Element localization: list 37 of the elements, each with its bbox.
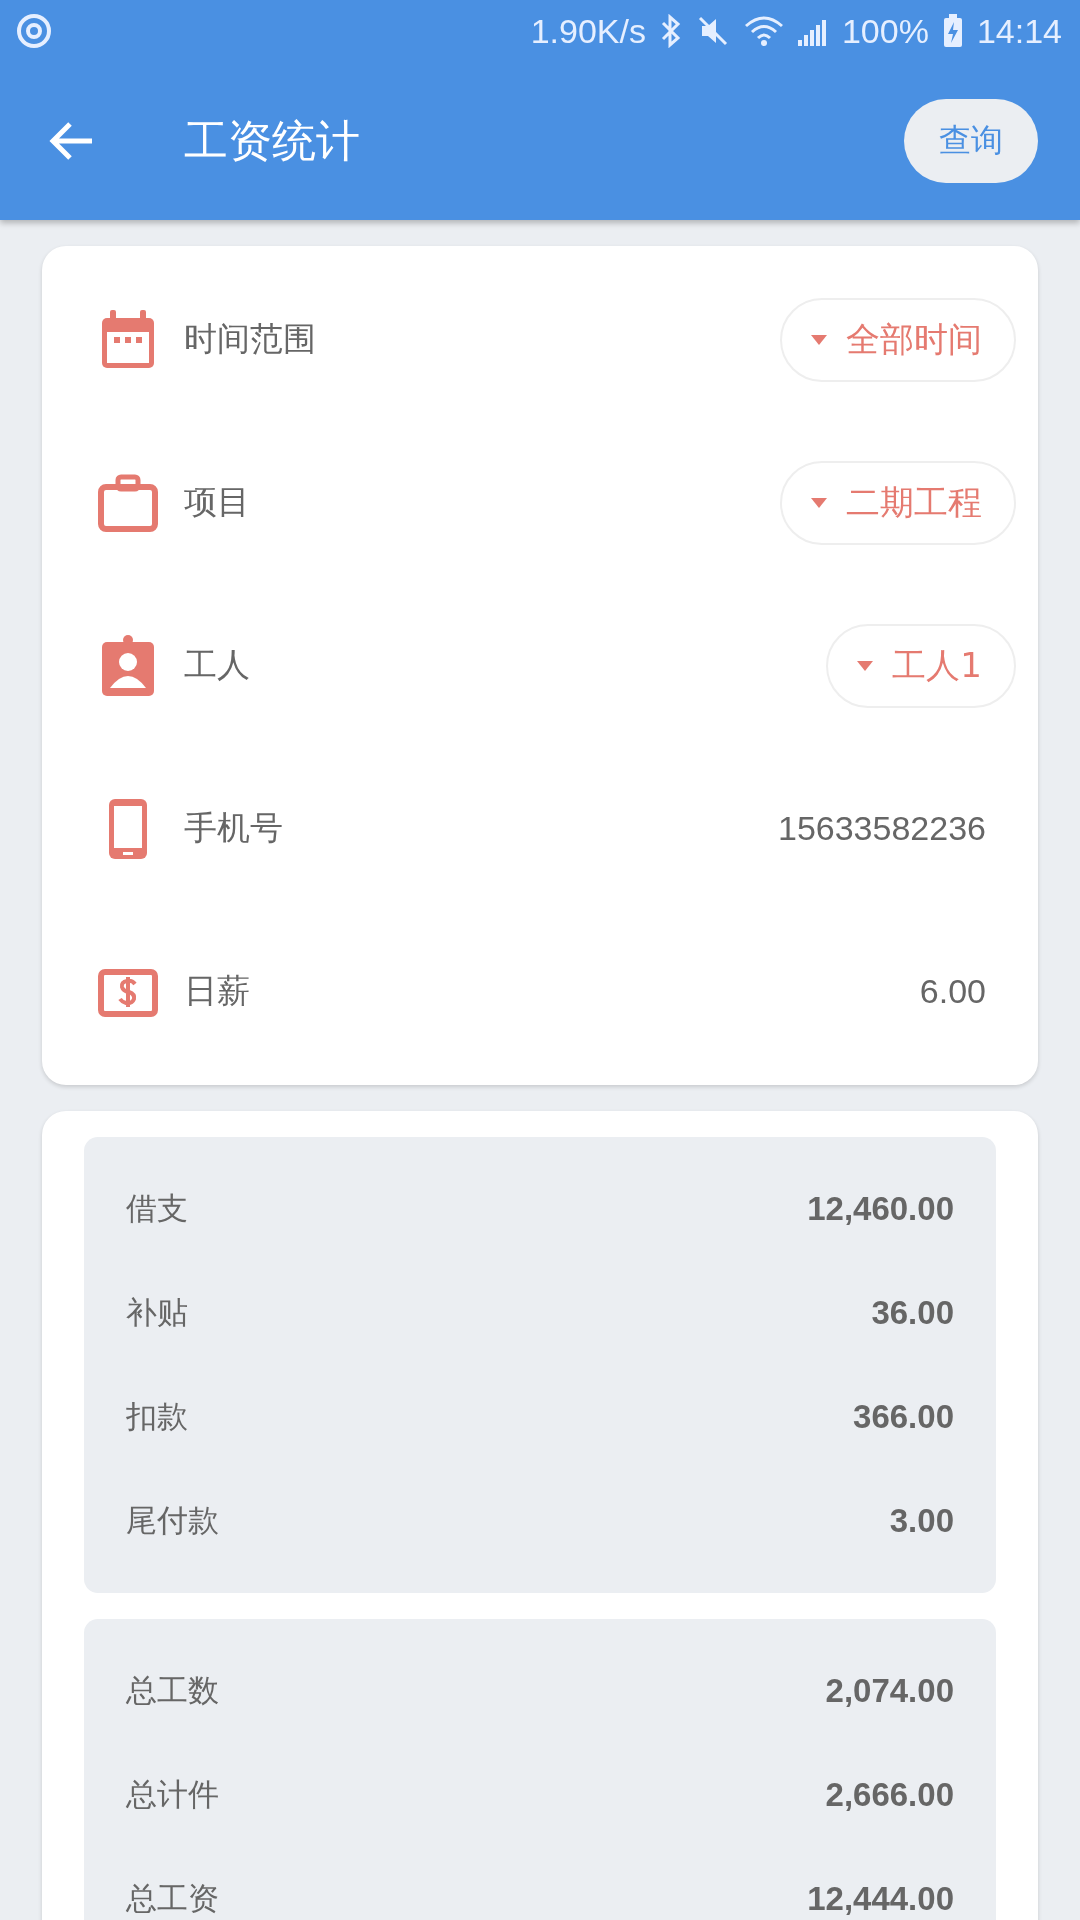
stat-label: 总计件 [126,1775,219,1814]
stat-label: 总工数 [126,1671,219,1710]
page-title: 工资统计 [184,113,361,168]
field-label: 手机号 [184,807,284,849]
caret-icon [810,496,828,509]
wifi-icon [743,14,784,48]
stat-value: 366.00 [853,1398,954,1436]
clock: 14:14 [976,11,1062,51]
back-arrow-icon[interactable] [48,121,94,161]
stat-value: 2,074.00 [825,1672,954,1710]
stat-value: 36.00 [871,1294,954,1332]
dropdown-button[interactable]: 二期工程 [780,460,1016,545]
stat-label: 扣款 [126,1397,188,1436]
stat-value: 2,666.00 [825,1776,954,1814]
field-value: 15633582236 [778,809,986,848]
battery-charging-icon [942,14,963,48]
dropdown-button[interactable]: 工人1 [826,623,1016,708]
caret-icon [856,659,875,672]
stat-label: 补贴 [126,1293,188,1332]
bluetooth-icon [659,14,682,48]
caret-icon [810,333,828,346]
battery-percent: 100% [841,11,929,51]
stat-value: 3.00 [889,1502,954,1540]
field-value: 6.00 [919,972,986,1011]
field-label: 项目 [184,481,251,523]
network-speed: 1.90K/s [530,11,646,51]
stat-label: 尾付款 [126,1501,219,1540]
stat-value: 12,460.00 [807,1190,954,1228]
field-label: 日薪 [184,970,251,1012]
dropdown-button[interactable]: 全部时间 [780,297,1016,382]
field-label: 时间范围 [184,318,317,360]
query-button[interactable]: 查询 [904,99,1038,183]
field-label: 工人 [184,644,251,686]
stat-value: 12,444.00 [807,1880,954,1918]
sync-icon [16,13,52,49]
stat-label: 借支 [126,1189,188,1228]
stat-label: 总工资 [126,1879,219,1918]
